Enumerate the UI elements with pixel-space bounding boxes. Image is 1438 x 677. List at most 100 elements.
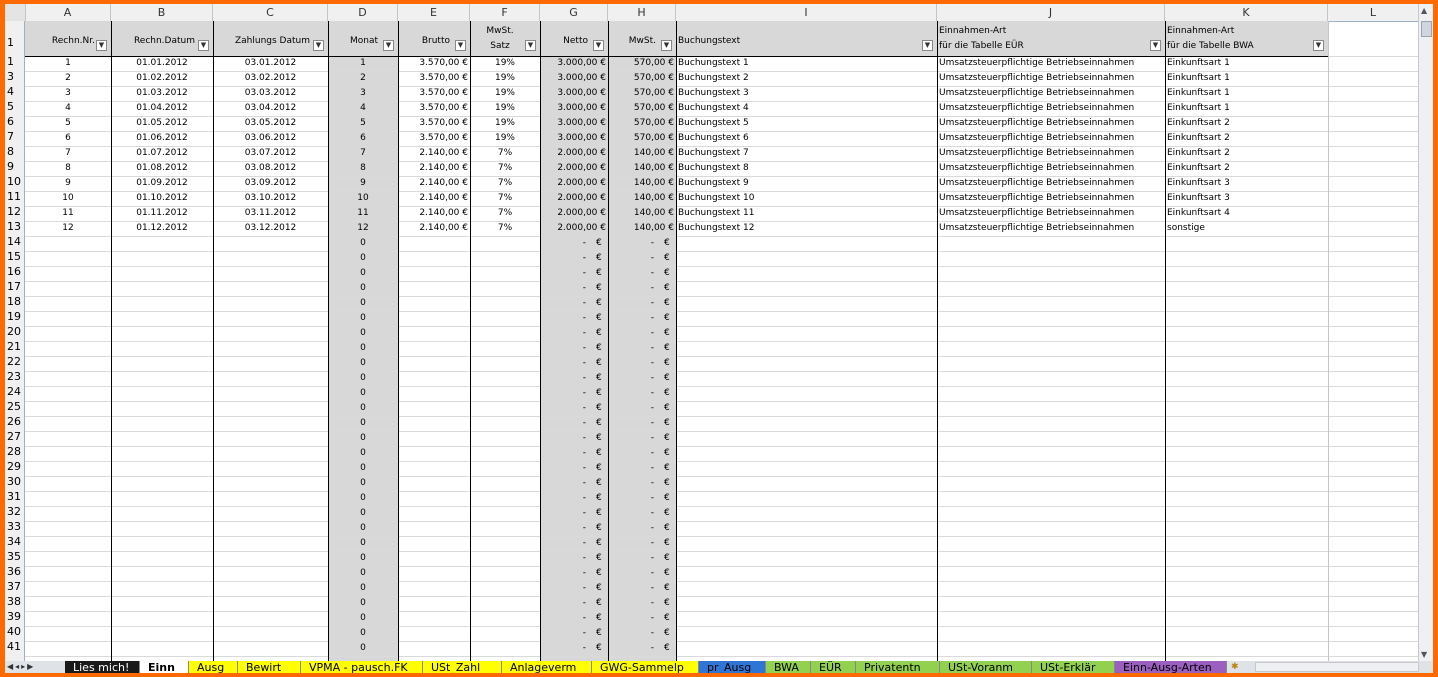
mwst-satz-cell[interactable]: 19% [470,86,540,100]
column-header-d[interactable]: D [328,4,398,21]
empty-amount-dash[interactable]: - [540,581,588,595]
rechn-datum-cell[interactable]: 01.01.2012 [111,56,213,70]
monat-cell[interactable]: 12 [328,221,398,235]
mwst-cell[interactable]: 570,00 € [608,101,676,115]
rechn-nr-cell[interactable]: 9 [25,176,111,190]
empty-amount-dash[interactable]: - [540,296,588,310]
einnahmen-art-eur-cell[interactable]: Umsatzsteuerpflichtige Betriebseinnahmen [937,191,1165,205]
filter-dropdown-icon[interactable]: ▼ [593,40,604,51]
empty-amount-dash[interactable]: - [540,416,588,430]
einnahmen-art-eur-cell[interactable]: Umsatzsteuerpflichtige Betriebseinnahmen [937,176,1165,190]
sheet-tab[interactable]: Einn-Ausg-Arten [1115,661,1227,673]
monat-cell[interactable]: 0 [328,251,398,265]
empty-amount-dash[interactable]: - [540,356,588,370]
monat-cell[interactable]: 0 [328,281,398,295]
empty-amount-dash[interactable]: - [608,326,656,340]
mwst-satz-cell[interactable]: 7% [470,146,540,160]
monat-cell[interactable]: 0 [328,506,398,520]
empty-amount-dash[interactable]: - [540,311,588,325]
netto-cell[interactable]: 2.000,00 € [540,206,608,220]
filter-dropdown-icon[interactable]: ▼ [198,40,209,51]
column-header-g[interactable]: G [540,4,608,21]
sheet-tab[interactable]: Anlageverm [502,661,592,673]
netto-cell[interactable]: 2.000,00 € [540,176,608,190]
buchungstext-cell[interactable]: Buchungstext 2 [676,71,937,85]
empty-amount-dash[interactable]: - [608,371,656,385]
monat-cell[interactable]: 0 [328,401,398,415]
rechn-datum-cell[interactable]: 01.06.2012 [111,131,213,145]
buchungstext-cell[interactable]: Buchungstext 11 [676,206,937,220]
brutto-cell[interactable]: 3.570,00 € [398,131,470,145]
netto-cell[interactable]: 2.000,00 € [540,146,608,160]
sheet-tab[interactable]: USt-Voranm [940,661,1032,673]
einnahmen-art-bwa-cell[interactable]: Einkunftsart 1 [1165,71,1328,85]
netto-cell[interactable]: 3.000,00 € [540,56,608,70]
monat-cell[interactable]: 1 [328,56,398,70]
brutto-cell[interactable]: 3.570,00 € [398,116,470,130]
column-header-e[interactable]: E [398,4,470,21]
sheet-tab[interactable]: pr_Ausg [699,661,766,673]
netto-cell[interactable]: 2.000,00 € [540,221,608,235]
zahlungs-datum-cell[interactable]: 03.12.2012 [213,221,328,235]
empty-amount-dash[interactable]: - [608,491,656,505]
monat-cell[interactable]: 0 [328,296,398,310]
empty-amount-dash[interactable]: - [540,626,588,640]
empty-amount-dash[interactable]: - [540,566,588,580]
mwst-satz-cell[interactable]: 19% [470,56,540,70]
mwst-cell[interactable]: 140,00 € [608,146,676,160]
empty-amount-dash[interactable]: - [540,491,588,505]
mwst-cell[interactable]: 570,00 € [608,86,676,100]
rechn-datum-cell[interactable]: 01.03.2012 [111,86,213,100]
monat-cell[interactable]: 0 [328,476,398,490]
empty-amount-dash[interactable]: - [608,596,656,610]
rechn-datum-cell[interactable]: 01.09.2012 [111,176,213,190]
mwst-satz-cell[interactable]: 19% [470,101,540,115]
einnahmen-art-bwa-cell[interactable]: Einkunftsart 4 [1165,206,1328,220]
rechn-nr-cell[interactable]: 2 [25,71,111,85]
empty-amount-dash[interactable]: - [540,506,588,520]
rechn-datum-cell[interactable]: 01.11.2012 [111,206,213,220]
empty-amount-dash[interactable]: - [540,641,588,655]
filter-dropdown-icon[interactable]: ▼ [313,40,324,51]
column-header-c[interactable]: C [213,4,328,21]
spreadsheet[interactable]: ABCDEFGHIJKL Rechn.Nr. Rechn.Datum Zahlung… [5,4,1433,673]
netto-cell[interactable]: 2.000,00 € [540,161,608,175]
brutto-cell[interactable]: 2.140,00 € [398,221,470,235]
empty-amount-dash[interactable]: - [608,281,656,295]
tab-nav-arrows-icon[interactable]: ◀◂▸▶ [7,661,35,673]
rechn-datum-cell[interactable]: 01.04.2012 [111,101,213,115]
einnahmen-art-eur-cell[interactable]: Umsatzsteuerpflichtige Betriebseinnahmen [937,71,1165,85]
monat-cell[interactable]: 0 [328,416,398,430]
empty-amount-dash[interactable]: - [608,431,656,445]
sheet-tab[interactable]: EÜR [811,661,856,673]
netto-cell[interactable]: 3.000,00 € [540,71,608,85]
sheet-tab[interactable]: VPMA - pausch.FK [301,661,423,673]
column-header-h[interactable]: H [608,4,676,21]
mwst-cell[interactable]: 570,00 € [608,116,676,130]
filter-dropdown-icon[interactable]: ▼ [383,40,394,51]
empty-amount-dash[interactable]: - [608,416,656,430]
empty-amount-dash[interactable]: - [540,326,588,340]
empty-amount-dash[interactable]: - [540,446,588,460]
rechn-nr-cell[interactable]: 7 [25,146,111,160]
mwst-cell[interactable]: 140,00 € [608,161,676,175]
zahlungs-datum-cell[interactable]: 03.08.2012 [213,161,328,175]
monat-cell[interactable]: 0 [328,536,398,550]
buchungstext-cell[interactable]: Buchungstext 12 [676,221,937,235]
rechn-nr-cell[interactable]: 3 [25,86,111,100]
rechn-datum-cell[interactable]: 01.07.2012 [111,146,213,160]
mwst-cell[interactable]: 140,00 € [608,221,676,235]
zahlungs-datum-cell[interactable]: 03.03.2012 [213,86,328,100]
filter-dropdown-icon[interactable]: ▼ [525,40,536,51]
zahlungs-datum-cell[interactable]: 03.01.2012 [213,56,328,70]
empty-amount-dash[interactable]: - [540,401,588,415]
mwst-satz-cell[interactable]: 7% [470,161,540,175]
empty-amount-dash[interactable]: - [608,461,656,475]
einnahmen-art-bwa-cell[interactable]: Einkunftsart 3 [1165,176,1328,190]
filter-dropdown-icon[interactable]: ▼ [1150,40,1161,51]
buchungstext-cell[interactable]: Buchungstext 10 [676,191,937,205]
filter-dropdown-icon[interactable]: ▼ [661,40,672,51]
sheet-tab[interactable]: USt_Zahl [423,661,502,673]
rechn-nr-cell[interactable]: 10 [25,191,111,205]
monat-cell[interactable]: 0 [328,581,398,595]
